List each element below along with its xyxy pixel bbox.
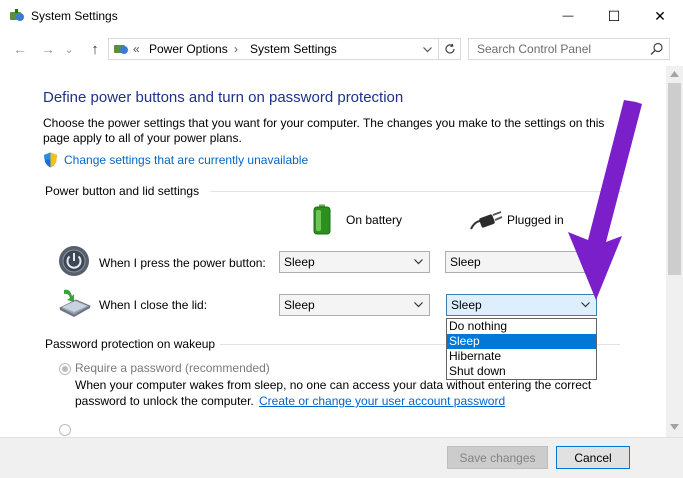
password-section-title: Password protection on wakeup xyxy=(45,337,216,351)
refresh-icon xyxy=(444,43,455,54)
vertical-scrollbar[interactable] xyxy=(666,66,683,437)
search-box[interactable]: Search Control Panel xyxy=(468,38,670,60)
address-bar[interactable]: « Power Options › System Settings xyxy=(108,38,439,60)
breadcrumb-power-options[interactable]: Power Options xyxy=(149,42,228,56)
lid-close-plugged-options: Do nothing Sleep Hibernate Shut down xyxy=(446,318,597,380)
title-bar: System Settings — ☐ ✕ xyxy=(0,0,683,32)
save-changes-button[interactable]: Save changes xyxy=(447,446,548,469)
power-button-plugged-select[interactable]: Sleep xyxy=(445,251,596,273)
on-battery-label: On battery xyxy=(346,213,403,227)
search-input[interactable]: Search Control Panel xyxy=(477,42,591,56)
maximize-icon: ☐ xyxy=(607,7,621,24)
page-title: Define power buttons and turn on passwor… xyxy=(43,89,404,106)
require-password-radio[interactable] xyxy=(59,363,71,375)
select-value: Sleep xyxy=(284,298,315,312)
scroll-thumb[interactable] xyxy=(668,83,681,275)
section-divider xyxy=(210,191,622,192)
forward-arrow-icon: → xyxy=(41,41,55,57)
minimize-button[interactable]: — xyxy=(545,0,591,32)
option-do-nothing[interactable]: Do nothing xyxy=(447,319,596,334)
battery-icon xyxy=(313,204,331,235)
breadcrumb-separator: › xyxy=(234,42,238,56)
back-arrow-icon: ← xyxy=(13,41,27,57)
power-options-app-icon xyxy=(10,9,24,21)
breadcrumb-overflow[interactable]: « xyxy=(133,42,140,56)
select-value: Sleep xyxy=(284,255,315,269)
plugged-in-label: Plugged in xyxy=(507,213,564,227)
lid-close-battery-select[interactable]: Sleep xyxy=(279,294,430,316)
require-password-description: When your computer wakes from sleep, no … xyxy=(75,378,592,392)
lid-close-row-label: When I close the lid: xyxy=(99,298,208,312)
option-hibernate[interactable]: Hibernate xyxy=(447,349,596,364)
dont-require-password-radio[interactable] xyxy=(59,424,71,436)
breadcrumb-system-settings[interactable]: System Settings xyxy=(250,42,337,56)
lid-close-plugged-select[interactable]: Sleep xyxy=(446,294,597,316)
recent-locations-button[interactable]: ⌄ xyxy=(62,39,76,59)
maximize-button[interactable]: ☐ xyxy=(591,0,637,32)
content-area: Define power buttons and turn on passwor… xyxy=(0,66,666,437)
laptop-lid-icon xyxy=(58,289,92,317)
chevron-down-icon xyxy=(414,302,423,308)
close-button[interactable]: ✕ xyxy=(637,0,683,32)
require-password-description-2: password to unlock the computer. xyxy=(75,394,254,408)
power-button-row-label: When I press the power button: xyxy=(99,256,266,270)
search-icon[interactable] xyxy=(650,42,664,56)
uac-shield-icon xyxy=(44,152,57,168)
chevron-down-icon xyxy=(581,302,590,308)
up-arrow-icon: ↑ xyxy=(91,40,99,58)
chevron-down-icon: ⌄ xyxy=(64,43,74,56)
select-value: Sleep xyxy=(450,255,481,269)
power-section-title: Power button and lid settings xyxy=(45,184,200,198)
scroll-down-icon[interactable] xyxy=(670,424,679,430)
cancel-button[interactable]: Cancel xyxy=(556,446,630,469)
option-shut-down[interactable]: Shut down xyxy=(447,364,596,379)
chevron-down-icon xyxy=(414,259,423,265)
control-panel-icon xyxy=(114,45,128,54)
page-description: Choose the power settings that you want … xyxy=(43,116,605,145)
scroll-up-icon[interactable] xyxy=(670,71,679,77)
window-title: System Settings xyxy=(31,9,118,23)
select-value: Sleep xyxy=(451,298,482,312)
refresh-button[interactable] xyxy=(438,38,461,60)
forward-button[interactable]: → xyxy=(38,39,58,59)
create-password-link[interactable]: Create or change your user account passw… xyxy=(259,394,505,408)
change-unavailable-settings-link[interactable]: Change settings that are currently unava… xyxy=(64,153,308,167)
chevron-down-icon[interactable] xyxy=(423,47,432,53)
dialog-footer: Save changes Cancel xyxy=(0,437,683,478)
minimize-icon: — xyxy=(562,10,574,22)
back-button[interactable]: ← xyxy=(10,39,30,59)
chevron-down-icon xyxy=(580,259,589,265)
up-button[interactable]: ↑ xyxy=(85,39,105,59)
power-plug-icon xyxy=(470,211,503,230)
close-icon: ✕ xyxy=(654,7,666,24)
require-password-label: Require a password (recommended) xyxy=(75,361,270,375)
option-sleep[interactable]: Sleep xyxy=(447,334,596,349)
power-button-icon xyxy=(59,246,89,276)
power-button-battery-select[interactable]: Sleep xyxy=(279,251,430,273)
